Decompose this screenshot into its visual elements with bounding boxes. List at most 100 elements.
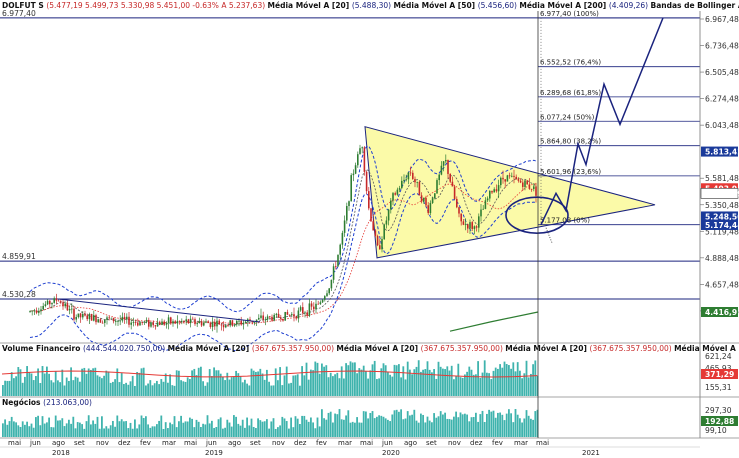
volume-bar bbox=[81, 368, 83, 396]
trades-bar bbox=[497, 412, 499, 437]
trades-bar bbox=[13, 421, 15, 437]
trades-bar bbox=[415, 420, 418, 437]
candle-body bbox=[530, 188, 533, 190]
volume-bar bbox=[534, 360, 537, 396]
volume-bar bbox=[470, 369, 473, 396]
volume-bar bbox=[65, 377, 68, 396]
candle-body bbox=[181, 320, 183, 322]
candle-body bbox=[280, 317, 282, 319]
trades-bar bbox=[422, 414, 424, 437]
trades-bar bbox=[87, 415, 90, 437]
candle-body bbox=[453, 186, 456, 199]
trades-bar bbox=[356, 417, 358, 437]
candle-body bbox=[381, 239, 383, 250]
trades-bar bbox=[358, 422, 361, 437]
volume-bar bbox=[211, 376, 213, 396]
trades-bar bbox=[160, 415, 163, 437]
candle-body bbox=[123, 316, 126, 320]
volume-bar bbox=[59, 382, 61, 396]
candle-body bbox=[101, 322, 104, 324]
trades-bar bbox=[279, 425, 281, 437]
candle-body bbox=[57, 300, 60, 302]
candle-body bbox=[385, 220, 388, 225]
candle-body bbox=[475, 226, 478, 228]
candle-body bbox=[222, 325, 225, 328]
candle-body bbox=[172, 321, 174, 324]
volume-bar bbox=[301, 366, 303, 396]
trades-bar bbox=[347, 410, 350, 437]
trades-bar bbox=[186, 421, 189, 437]
candle-body bbox=[429, 202, 432, 214]
candle-body bbox=[458, 207, 460, 214]
volume-bar bbox=[204, 385, 207, 396]
volume-bar bbox=[151, 385, 154, 396]
volume-bar bbox=[444, 369, 446, 396]
volume-bar bbox=[420, 371, 422, 396]
trades-bar bbox=[446, 418, 449, 437]
month-label: mai bbox=[8, 439, 21, 447]
trades-bar bbox=[244, 427, 246, 437]
trades-bar bbox=[8, 421, 11, 437]
trades-bar bbox=[202, 423, 204, 437]
candle-body bbox=[198, 321, 201, 324]
candle-body bbox=[515, 176, 517, 180]
candle-body bbox=[464, 224, 467, 226]
trades-bar bbox=[178, 421, 180, 437]
trades-bar bbox=[444, 412, 446, 437]
month-label: ago bbox=[52, 439, 65, 447]
volume-bar bbox=[206, 382, 209, 396]
candle-body bbox=[240, 320, 242, 325]
volume-bar bbox=[527, 377, 530, 396]
trades-bar bbox=[283, 418, 286, 437]
candle-body bbox=[376, 235, 379, 246]
volume-bar bbox=[41, 366, 44, 396]
candle-body bbox=[29, 311, 31, 312]
candle-body bbox=[49, 300, 51, 305]
candle-body bbox=[40, 309, 42, 312]
candle-body bbox=[535, 186, 537, 196]
candle-body bbox=[513, 175, 515, 177]
candle-body bbox=[154, 325, 157, 327]
volume-bar bbox=[162, 381, 165, 396]
candle-body bbox=[438, 174, 440, 181]
candle-body bbox=[130, 322, 132, 325]
candle-body bbox=[517, 179, 520, 181]
trades-bar bbox=[393, 410, 396, 437]
candle-body bbox=[82, 313, 84, 318]
candle-body bbox=[328, 288, 330, 294]
candle-body bbox=[139, 322, 141, 326]
volume-bar bbox=[160, 379, 163, 396]
volume-bar bbox=[169, 374, 171, 396]
trades-bar bbox=[15, 422, 17, 437]
trades-bar bbox=[527, 415, 530, 437]
volume-bar bbox=[250, 368, 253, 396]
volume-bar bbox=[530, 373, 532, 396]
volume-bar bbox=[354, 362, 356, 396]
trades-tick-label: 99,10 bbox=[705, 426, 727, 435]
trades-bar bbox=[120, 419, 123, 437]
trades-bar bbox=[63, 426, 66, 437]
candle-body bbox=[330, 279, 333, 289]
trades-bar bbox=[411, 414, 413, 437]
candle-body bbox=[409, 172, 412, 174]
candle-body bbox=[148, 319, 150, 327]
trades-bar bbox=[274, 428, 277, 437]
volume-bar bbox=[318, 373, 321, 396]
trades-bar bbox=[79, 422, 81, 437]
volume-bar bbox=[178, 370, 180, 396]
candle-body bbox=[71, 308, 73, 310]
volume-bar bbox=[389, 374, 391, 396]
candle-body bbox=[284, 311, 286, 321]
month-label: mai bbox=[184, 439, 197, 447]
volume-bar bbox=[101, 378, 103, 396]
trades-bar bbox=[483, 421, 486, 437]
volume-bar bbox=[415, 366, 418, 396]
candle-body bbox=[414, 178, 416, 183]
volume-bar bbox=[288, 383, 290, 396]
volume-bar bbox=[118, 382, 121, 396]
volume-bar bbox=[50, 380, 53, 396]
volume-bar bbox=[63, 385, 66, 396]
volume-bar bbox=[131, 375, 134, 396]
candle-body bbox=[442, 161, 445, 166]
volume-bar bbox=[268, 381, 270, 396]
